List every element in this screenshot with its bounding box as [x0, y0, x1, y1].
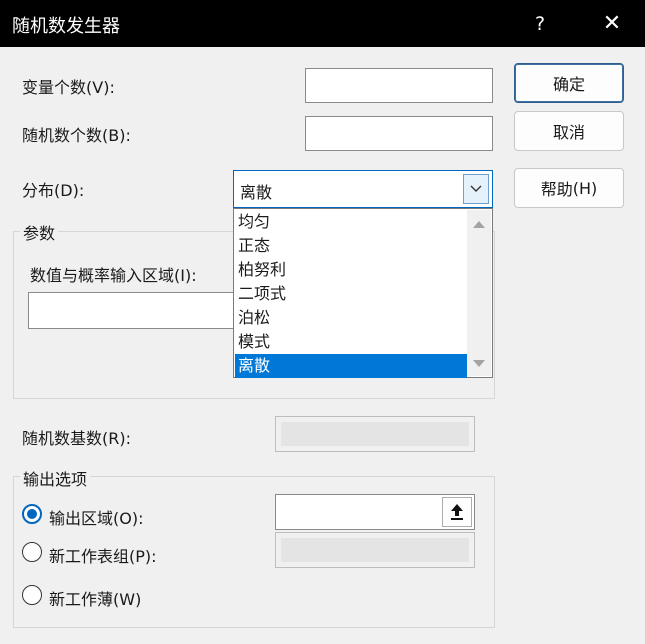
new-workbook-radio[interactable] [22, 585, 42, 605]
scroll-up-icon[interactable] [473, 221, 485, 228]
output-group-title: 输出选项 [20, 466, 91, 490]
help-button[interactable]: 帮助 (H) [514, 168, 624, 208]
seed-input-inner [281, 422, 469, 446]
new-sheet-input-inner [281, 538, 469, 562]
seed-label-text: 随机数基数 [22, 429, 103, 448]
dropdown-item-uniform[interactable]: 均匀 [235, 210, 467, 234]
range-label-text: 数值与概率输入区域 [30, 266, 175, 285]
dropdown-item-discrete[interactable]: 离散 [235, 354, 467, 378]
chevron-down-icon[interactable] [463, 174, 489, 204]
dropdown-item-patterned[interactable]: 模式 [235, 330, 467, 354]
seed-label: 随机数基数(R): [22, 425, 131, 449]
dropdown-item-normal[interactable]: 正态 [235, 234, 467, 258]
new-sheet-label[interactable]: 新工作表组(P): [49, 543, 157, 567]
new-sheet-radio[interactable] [22, 542, 42, 562]
ok-button[interactable]: 确定 [514, 63, 624, 103]
output-range-key-hint: (O): [113, 509, 144, 528]
range-input[interactable] [28, 292, 238, 329]
range-label: 数值与概率输入区域(I): [30, 262, 197, 286]
close-icon[interactable]: ✕ [582, 0, 642, 47]
output-range-label[interactable]: 输出区域(O): [49, 505, 143, 529]
new-workbook-label-text: 新工作薄 [49, 590, 114, 609]
dropdown-item-binomial[interactable]: 二项式 [235, 282, 467, 306]
help-button-label: 帮助 [540, 180, 573, 199]
num-count-label-text: 随机数个数 [22, 126, 103, 145]
new-sheet-input [275, 532, 475, 568]
distribution-select[interactable]: 离散 [233, 170, 493, 208]
help-button-key-hint: (H) [572, 178, 598, 198]
window-title: 随机数发生器 [12, 16, 120, 37]
cancel-button[interactable]: 取消 [514, 111, 624, 151]
new-workbook-key-hint: (W) [113, 590, 142, 609]
dropdown-item-poisson[interactable]: 泊松 [235, 306, 467, 330]
distribution-label-text: 分布 [22, 181, 55, 200]
upload-arrow-icon [451, 504, 463, 520]
new-workbook-label[interactable]: 新工作薄(W) [49, 586, 141, 610]
var-count-key-hint: (V): [86, 78, 115, 97]
new-sheet-label-text: 新工作表组 [49, 547, 130, 566]
help-question-icon[interactable]: ? [510, 0, 570, 47]
var-count-label: 变量个数(V): [22, 74, 115, 98]
distribution-label: 分布(D): [22, 177, 84, 201]
dropdown-scrollbar[interactable] [467, 210, 491, 376]
num-count-input[interactable] [305, 116, 493, 151]
distribution-dropdown-list[interactable]: 均匀 正态 柏努利 二项式 泊松 模式 离散 [233, 208, 493, 378]
params-group-title: 参数 [20, 220, 59, 244]
seed-input [275, 416, 475, 452]
scroll-down-icon[interactable] [473, 360, 485, 367]
dropdown-item-bernoulli[interactable]: 柏努利 [235, 258, 467, 282]
num-count-key-hint: (B): [102, 126, 131, 145]
range-key-hint: (I): [174, 266, 197, 285]
num-count-label: 随机数个数(B): [22, 122, 131, 146]
seed-key-hint: (R): [102, 429, 132, 448]
distribution-selected-value: 离散 [240, 183, 273, 202]
output-range-radio[interactable] [22, 504, 42, 524]
output-range-label-text: 输出区域 [49, 509, 114, 528]
title-bar: 随机数发生器 ? ✕ [0, 0, 645, 47]
new-sheet-key-hint: (P): [129, 547, 157, 566]
distribution-key-hint: (D): [54, 181, 85, 200]
var-count-label-text: 变量个数 [22, 78, 87, 97]
var-count-input[interactable] [305, 68, 493, 103]
range-select-button[interactable] [442, 497, 472, 527]
